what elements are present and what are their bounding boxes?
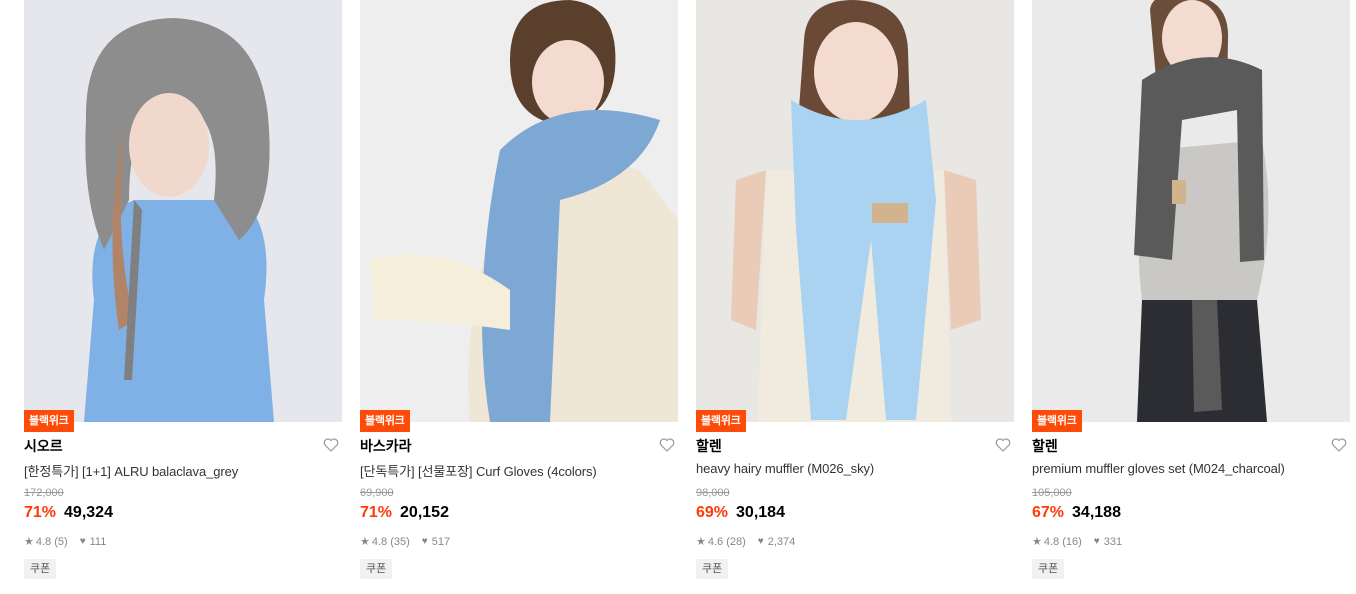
coupon-tag: 쿠폰 xyxy=(1032,559,1065,579)
review-count: (28) xyxy=(726,535,746,548)
product-image[interactable] xyxy=(360,0,678,422)
product-image[interactable] xyxy=(1032,0,1350,422)
review-meta: ★ 4.6 (28) ♥ 2,374 xyxy=(696,535,796,549)
price-row: 71% 20,152 xyxy=(360,504,449,522)
product-card[interactable]: 블랙위크 할렌 heavy hairy muffler (M026_sky) 9… xyxy=(696,0,1014,594)
like-count: 2,374 xyxy=(767,535,796,548)
promo-badge: 블랙위크 xyxy=(1032,410,1082,432)
review-count: (5) xyxy=(54,535,68,548)
discount-rate: 67% xyxy=(1032,504,1065,521)
heart-outline-icon[interactable] xyxy=(1330,436,1348,454)
brand-name[interactable]: 시오르 xyxy=(24,436,63,456)
product-name[interactable]: [한정특가] [1+1] ALRU balaclava_grey xyxy=(24,461,238,480)
original-price: 172,000 xyxy=(24,487,64,499)
product-name[interactable]: premium muffler gloves set (M024_charcoa… xyxy=(1032,461,1285,476)
like-count: 111 xyxy=(89,535,107,548)
star-icon: ★ xyxy=(360,536,370,548)
rating-value: 4.8 xyxy=(35,535,52,548)
product-name[interactable]: heavy hairy muffler (M026_sky) xyxy=(696,461,874,476)
product-image[interactable] xyxy=(24,0,342,422)
promo-badge: 블랙위크 xyxy=(360,410,410,432)
discount-rate: 71% xyxy=(24,504,57,521)
brand-name[interactable]: 바스카라 xyxy=(360,436,412,456)
original-price: 105,000 xyxy=(1032,487,1072,499)
coupon-tag: 쿠폰 xyxy=(696,559,729,579)
heart-outline-icon[interactable] xyxy=(322,436,340,454)
coupon-tag: 쿠폰 xyxy=(360,559,393,579)
like-count: 331 xyxy=(1103,535,1123,548)
review-count: (16) xyxy=(1062,535,1082,548)
discount-rate: 69% xyxy=(696,504,729,521)
product-name[interactable]: [단독특가] [선물포장] Curf Gloves (4colors) xyxy=(360,461,597,480)
price-row: 69% 30,184 xyxy=(696,504,785,522)
promo-badge: 블랙위크 xyxy=(24,410,74,432)
heart-filled-icon: ♥ xyxy=(421,536,428,547)
product-image[interactable] xyxy=(696,0,1014,422)
review-meta: ★ 4.8 (5) ♥ 111 xyxy=(24,535,107,549)
sale-price: 49,324 xyxy=(64,504,113,521)
rating-value: 4.8 xyxy=(371,535,388,548)
review-meta: ★ 4.8 (16) ♥ 331 xyxy=(1032,535,1123,549)
heart-filled-icon: ♥ xyxy=(757,536,764,547)
promo-badge: 블랙위크 xyxy=(696,410,746,432)
coupon-tag: 쿠폰 xyxy=(24,559,57,579)
sale-price: 30,184 xyxy=(736,504,785,521)
sale-price: 20,152 xyxy=(400,504,449,521)
product-card[interactable]: 블랙위크 바스카라 [단독특가] [선물포장] Curf Gloves (4co… xyxy=(360,0,678,594)
review-count: (35) xyxy=(390,535,410,548)
original-price: 98,000 xyxy=(696,487,730,499)
star-icon: ★ xyxy=(696,536,706,548)
original-price: 69,900 xyxy=(360,487,394,499)
star-icon: ★ xyxy=(24,536,34,548)
rating-value: 4.8 xyxy=(1043,535,1060,548)
heart-filled-icon: ♥ xyxy=(79,536,86,547)
brand-name[interactable]: 할렌 xyxy=(696,436,722,456)
rating-value: 4.6 xyxy=(707,535,724,548)
brand-name[interactable]: 할렌 xyxy=(1032,436,1058,456)
like-count: 517 xyxy=(431,535,451,548)
heart-filled-icon: ♥ xyxy=(1093,536,1100,547)
heart-outline-icon[interactable] xyxy=(658,436,676,454)
review-meta: ★ 4.8 (35) ♥ 517 xyxy=(360,535,451,549)
heart-outline-icon[interactable] xyxy=(994,436,1012,454)
discount-rate: 71% xyxy=(360,504,393,521)
price-row: 71% 49,324 xyxy=(24,504,113,522)
product-card[interactable]: 블랙위크 할렌 premium muffler gloves set (M024… xyxy=(1032,0,1350,594)
sale-price: 34,188 xyxy=(1072,504,1121,521)
price-row: 67% 34,188 xyxy=(1032,504,1121,522)
product-card[interactable]: 블랙위크 시오르 [한정특가] [1+1] ALRU balaclava_gre… xyxy=(24,0,342,594)
star-icon: ★ xyxy=(1032,536,1042,548)
